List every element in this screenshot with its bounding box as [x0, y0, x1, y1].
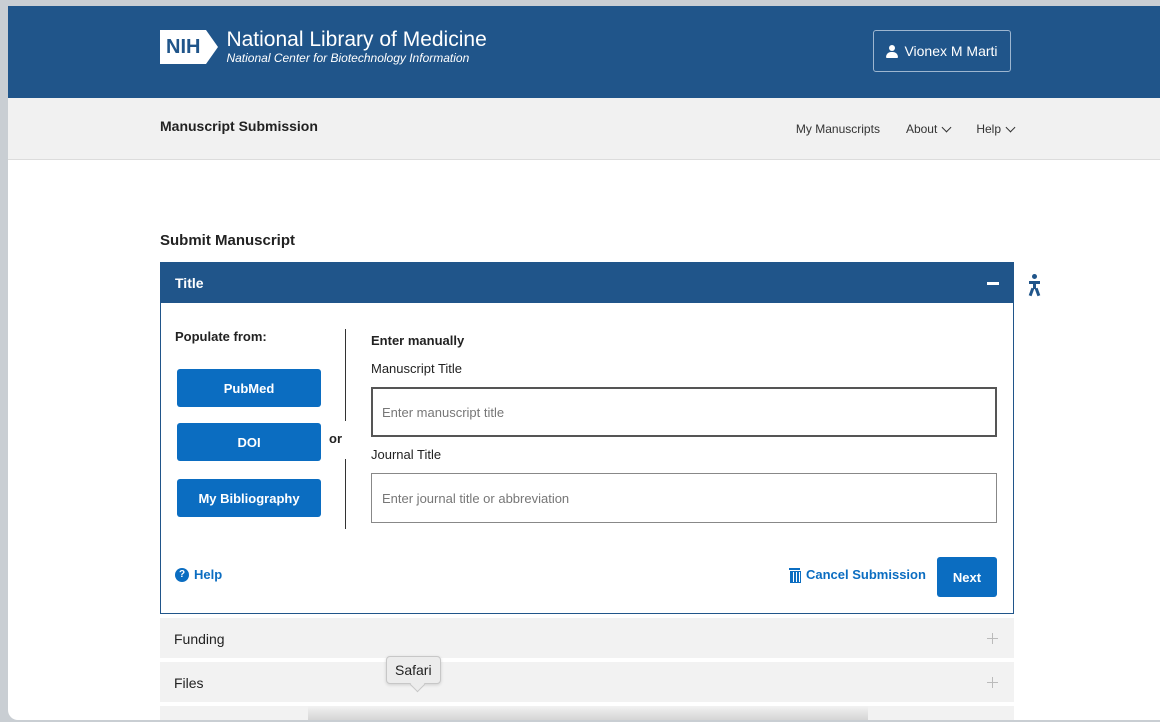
- journal-title-label: Journal Title: [371, 447, 442, 462]
- nih-logo-text: National Library of Medicine National Ce…: [226, 28, 487, 66]
- my-bibliography-button[interactable]: My Bibliography: [177, 479, 321, 517]
- files-section-label: Files: [174, 675, 204, 691]
- help-link[interactable]: ? Help: [175, 567, 222, 582]
- title-section-header[interactable]: Title: [161, 263, 1013, 303]
- subnav-links: My Manuscripts About Help: [796, 122, 1016, 136]
- subnav-bar: Manuscript Submission My Manuscripts Abo…: [8, 98, 1160, 160]
- minus-icon[interactable]: [987, 275, 999, 291]
- nih-logo[interactable]: NIH National Library of Medicine Nationa…: [160, 28, 487, 66]
- files-section-header[interactable]: Files: [160, 662, 1014, 704]
- subnav-title[interactable]: Manuscript Submission: [160, 118, 318, 134]
- nih-logo-badge: NIH: [160, 30, 207, 64]
- funding-section-label: Funding: [174, 631, 225, 647]
- chevron-down-icon: [941, 122, 952, 132]
- trash-icon: [789, 568, 801, 583]
- journal-title-placeholder: Enter journal title or abbreviation: [382, 490, 570, 506]
- title-section-label: Title: [175, 275, 204, 291]
- cancel-submission-link[interactable]: Cancel Submission: [789, 567, 926, 583]
- user-account-button[interactable]: Vionex M Marti: [873, 30, 1011, 72]
- chevron-down-icon: [1005, 122, 1016, 132]
- plus-icon[interactable]: [987, 633, 998, 644]
- divider: [345, 329, 346, 421]
- nav-my-manuscripts-label: My Manuscripts: [795, 122, 880, 136]
- accessibility-icon-head: [1032, 274, 1037, 279]
- accessibility-icon-leg: [1028, 287, 1035, 297]
- divider: [345, 459, 346, 529]
- help-link-label: Help: [194, 567, 223, 582]
- user-icon: [886, 44, 899, 58]
- accessibility-icon[interactable]: [1026, 272, 1044, 302]
- user-name: Vionex M Marti: [904, 43, 998, 59]
- enter-manually-label: Enter manually: [371, 333, 465, 348]
- manuscript-title-placeholder: Enter manuscript title: [382, 404, 505, 420]
- site-subtitle: National Center for Biotechnology Inform…: [226, 51, 470, 65]
- site-title: National Library of Medicine: [226, 28, 487, 51]
- nav-about-label: About: [905, 122, 938, 136]
- page-title: Submit Manuscript: [160, 232, 296, 249]
- cancel-submission-label: Cancel Submission: [806, 567, 926, 582]
- populate-from-label: Populate from:: [175, 329, 267, 344]
- plus-icon[interactable]: [987, 677, 998, 688]
- doi-button[interactable]: DOI: [177, 423, 321, 461]
- journal-title-input[interactable]: Enter journal title or abbreviation: [371, 473, 997, 523]
- next-button[interactable]: Next: [937, 557, 997, 597]
- nav-my-manuscripts[interactable]: My Manuscripts: [796, 122, 880, 136]
- nih-logo-chevron: [206, 30, 219, 64]
- or-label: or: [329, 431, 342, 446]
- browser-window: NIH National Library of Medicine Nationa…: [8, 6, 1160, 720]
- nav-about[interactable]: About: [905, 122, 952, 136]
- pubmed-button[interactable]: PubMed: [177, 369, 321, 407]
- manuscript-title-label: Manuscript Title: [371, 361, 463, 376]
- question-circle-icon: ?: [175, 567, 189, 582]
- nav-help-label: Help: [976, 122, 1001, 136]
- nav-help[interactable]: Help: [976, 122, 1016, 136]
- safari-tooltip: Safari: [386, 656, 441, 684]
- dock-shadow: [308, 706, 868, 720]
- accessibility-icon-leg: [1034, 287, 1041, 297]
- manuscript-title-input[interactable]: Enter manuscript title: [371, 387, 997, 437]
- site-header: NIH National Library of Medicine Nationa…: [8, 6, 1160, 98]
- funding-section-header[interactable]: Funding: [160, 618, 1014, 660]
- title-section-panel: Title Populate from: PubMed DOI My Bibli…: [160, 262, 1014, 614]
